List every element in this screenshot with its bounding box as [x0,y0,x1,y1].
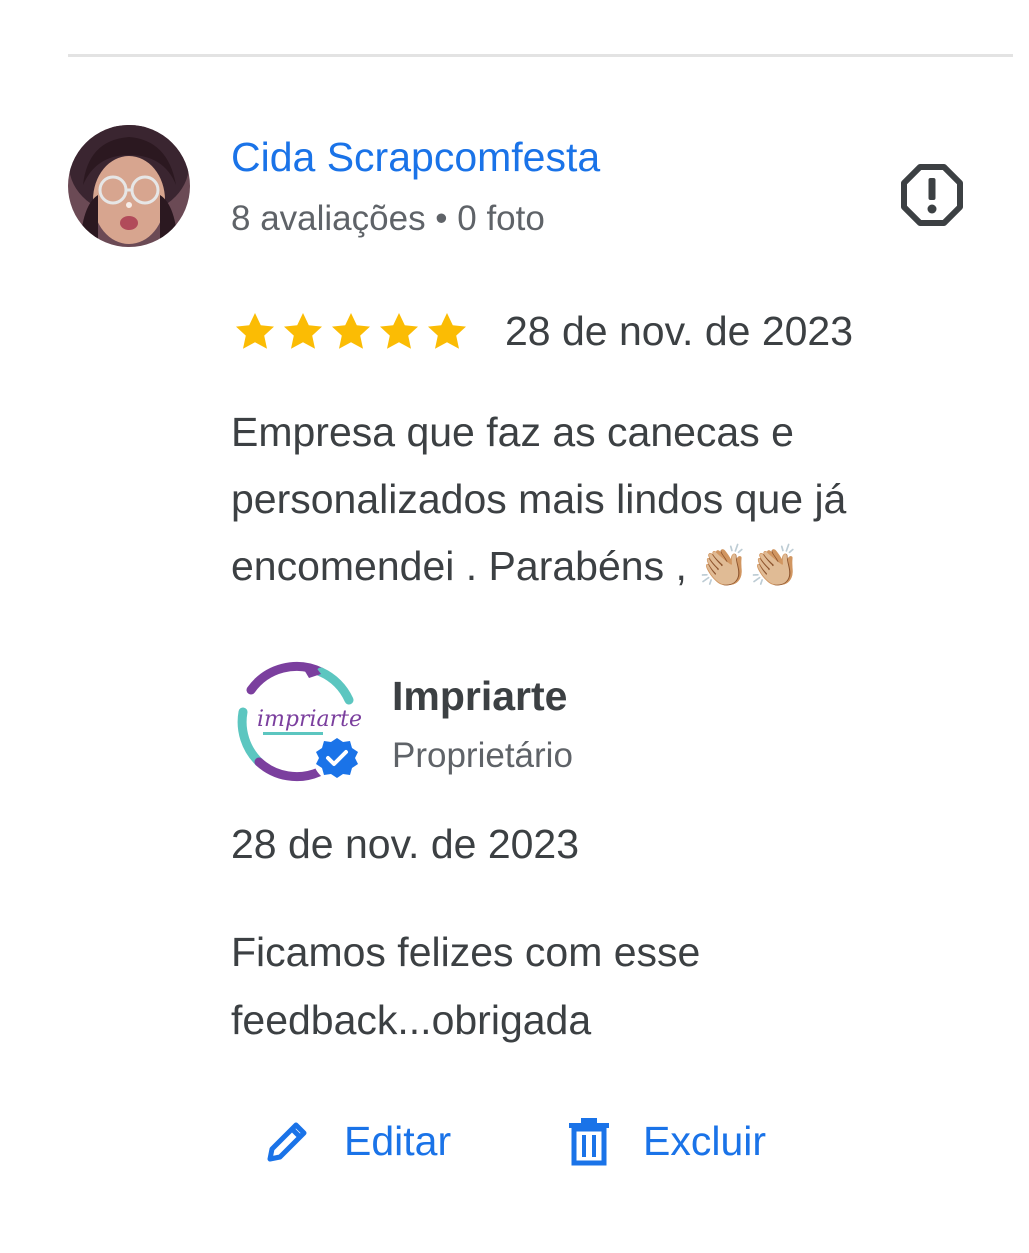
reply-text-line: Ficamos felizes com esse [231,929,701,975]
star-icon [236,313,274,349]
owner-role: Proprietário [392,736,573,775]
review-text-line: encomendei . Parabéns , 👏🏼👏🏼 [231,543,801,589]
reply-date: 28 de nov. de 2023 [231,821,580,867]
star-icon [332,313,370,349]
star-icon [284,313,322,349]
edit-label: Editar [344,1117,452,1164]
reply-text: Ficamos felizes com esse feedback...obri… [231,918,991,1054]
delete-reply-button[interactable]: Excluir [565,1110,766,1172]
edit-reply-button[interactable]: Editar [262,1110,451,1172]
reviewer-avatar[interactable] [68,125,190,247]
trash-icon [569,1118,609,1166]
star-icon [428,313,466,349]
reply-text-line: feedback...obrigada [231,997,592,1043]
owner-name: Impriarte [392,673,568,719]
svg-text:impriarte: impriarte [257,707,362,732]
pencil-icon [267,1122,307,1162]
reviewer-meta: 8 avaliações • 0 foto [231,199,545,238]
reviewer-name[interactable]: Cida Scrapcomfesta [231,131,600,183]
star-rating [231,306,471,358]
review-text: Empresa que faz as canecas e personaliza… [231,399,991,600]
star-icon [380,313,418,349]
review-text-line: personalizados mais lindos que já [231,476,847,522]
owner-logo: impriarte [229,660,365,784]
flag-alert-icon[interactable] [900,163,964,227]
delete-label: Excluir [643,1117,767,1164]
review-date: 28 de nov. de 2023 [505,308,854,354]
review-text-line: Empresa que faz as canecas e [231,409,794,455]
top-divider [68,54,1013,57]
